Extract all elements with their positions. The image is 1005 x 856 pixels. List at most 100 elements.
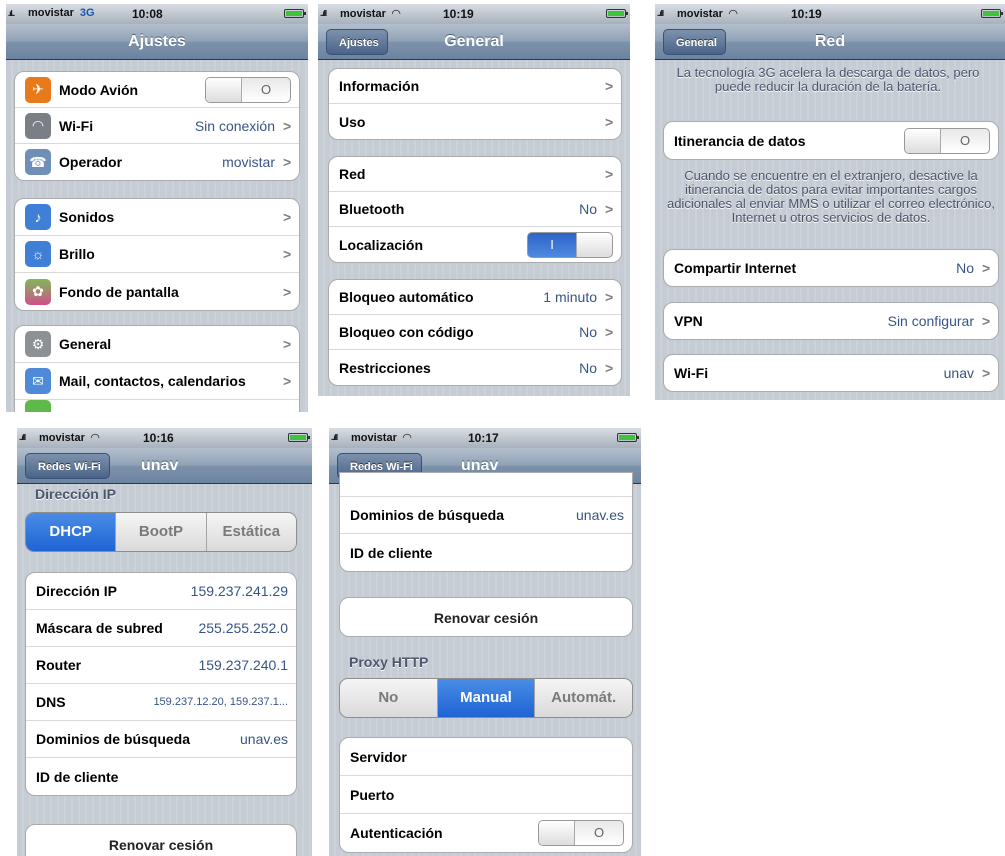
settings-group-media: ♪ Sonidos > ☼ Brillo > ✿ Fondo de pantal… xyxy=(14,198,300,311)
row-value[interactable]: 159.237.12.20, 159.237.1... xyxy=(122,696,296,708)
authentication-toggle[interactable]: O xyxy=(538,820,624,846)
speaker-icon: ♪ xyxy=(25,204,51,230)
segment-static[interactable]: Estática xyxy=(206,513,296,551)
row-wifi[interactable]: ◠ Wi-Fi Sin conexión > xyxy=(15,108,299,144)
row-mail[interactable]: ✉ Mail, contactos, calendarios > xyxy=(15,363,299,400)
row-value: Sin conexión xyxy=(194,117,275,134)
nav-bar: Ajustes General xyxy=(318,24,630,60)
roaming-group: Itinerancia de datos O xyxy=(663,121,999,160)
chevron-right-icon: > xyxy=(283,117,292,134)
general-group-lock: Bloqueo automático 1 minuto > Bloqueo co… xyxy=(328,279,622,386)
status-bar: ..ıll movistar ◠ 10:19 xyxy=(655,4,1005,24)
row-value[interactable]: 159.237.241.29 xyxy=(191,583,296,599)
row-value: 1 minuto xyxy=(543,289,597,305)
settings-group-connectivity: ✈ Modo Avión O ◠ Wi-Fi Sin conexión > ☎ … xyxy=(14,71,300,181)
chevron-right-icon: > xyxy=(283,209,292,225)
vpn-group: VPN Sin configurar > xyxy=(663,302,999,340)
segment-proxy-manual[interactable]: Manual xyxy=(437,679,536,717)
row-bluetooth[interactable]: Bluetooth No > xyxy=(329,192,621,227)
general-group-network: Red > Bluetooth No > Localización I xyxy=(328,156,622,263)
row-label: Modo Avión xyxy=(59,81,139,98)
row-label: ID de cliente xyxy=(350,544,433,561)
proxy-segmented-control: No Manual Automát. xyxy=(339,678,633,718)
row-airplane-mode[interactable]: ✈ Modo Avión O xyxy=(15,72,299,108)
row-auto-lock[interactable]: Bloqueo automático 1 minuto > xyxy=(329,280,621,315)
gear-icon: ⚙ xyxy=(25,331,51,357)
section-header-proxy: Proxy HTTP xyxy=(349,654,429,670)
wifi-group: Wi-Fi unav > xyxy=(663,354,999,392)
row-label: Bloqueo con código xyxy=(339,324,474,340)
page-title: unav xyxy=(141,457,179,474)
row-value[interactable]: 255.255.252.0 xyxy=(198,620,296,636)
row-usage[interactable]: Uso > xyxy=(329,104,621,139)
row-value[interactable]: unav.es xyxy=(240,731,296,747)
row-data-roaming[interactable]: Itinerancia de datos O xyxy=(664,122,998,159)
row-label: Brillo xyxy=(59,246,95,262)
row-value: Sin configurar xyxy=(887,313,974,329)
row-network[interactable]: Red > xyxy=(329,157,621,192)
back-button[interactable]: Ajustes xyxy=(326,29,388,55)
roaming-toggle[interactable]: O xyxy=(904,127,990,154)
signal-icon: .ıl.. xyxy=(8,9,15,18)
status-time: 10:16 xyxy=(143,431,174,445)
row-label: Localización xyxy=(339,236,424,253)
segment-proxy-off[interactable]: No xyxy=(340,679,438,717)
back-button[interactable]: Redes Wi-Fi xyxy=(25,453,110,479)
row-port[interactable]: Puerto xyxy=(340,776,632,814)
row-search-domains: Dominios de búsqueda unav.es xyxy=(340,497,632,534)
chevron-right-icon: > xyxy=(605,324,614,340)
row-vpn[interactable]: VPN Sin configurar > xyxy=(664,303,998,339)
renew-lease-button[interactable]: Renovar cesión xyxy=(339,597,633,637)
carrier-name: movistar xyxy=(340,8,386,20)
chevron-right-icon: > xyxy=(982,365,991,381)
row-wifi[interactable]: Wi-Fi unav > xyxy=(664,355,998,391)
row-operator[interactable]: ☎ Operador movistar > xyxy=(15,144,299,180)
row-label: Fondo de pantalla xyxy=(59,283,179,300)
row-label: General xyxy=(59,336,112,352)
row-info[interactable]: Información > xyxy=(329,69,621,104)
chevron-right-icon: > xyxy=(605,113,614,130)
signal-icon: ..ıll xyxy=(657,9,664,18)
back-button[interactable]: General xyxy=(663,29,726,55)
settings-group-general: ⚙ General > ✉ Mail, contactos, calendari… xyxy=(14,325,300,412)
row-location[interactable]: Localización I xyxy=(329,227,621,262)
row-label: Bloqueo automático xyxy=(339,289,474,305)
row-label: Dominios de búsqueda xyxy=(36,731,191,747)
row-value[interactable]: 159.237.240.1 xyxy=(198,657,296,673)
row-label: Dominios de búsqueda xyxy=(350,507,505,523)
status-bar: ..ıll movistar ◠ 10:17 xyxy=(329,428,641,448)
renew-lease-button[interactable]: Renovar cesión xyxy=(25,824,297,856)
row-label: Router xyxy=(36,657,82,673)
row-wallpaper[interactable]: ✿ Fondo de pantalla > xyxy=(15,273,299,310)
row-client-id[interactable]: ID de cliente xyxy=(26,758,296,795)
segment-dhcp[interactable]: DHCP xyxy=(26,513,117,551)
airplane-toggle[interactable]: O xyxy=(205,76,291,103)
row-dns: DNS 159.237.12.20, 159.237.1... xyxy=(26,684,296,721)
signal-icon: ..ıll xyxy=(331,433,338,442)
tethering-group: Compartir Internet No > xyxy=(663,249,999,287)
row-client-id[interactable]: ID de cliente xyxy=(340,534,632,571)
row-authentication[interactable]: Autenticación O xyxy=(340,814,632,852)
row-brightness[interactable]: ☼ Brillo > xyxy=(15,236,299,273)
row-router: Router 159.237.240.1 xyxy=(26,647,296,684)
row-general[interactable]: ⚙ General > xyxy=(15,326,299,363)
network-type: 3G xyxy=(79,7,95,19)
row-label: Compartir Internet xyxy=(674,260,797,276)
chevron-right-icon: > xyxy=(605,201,614,217)
screen-red: ..ıll movistar ◠ 10:19 General Red La tec… xyxy=(655,4,1005,400)
segment-proxy-auto[interactable]: Automát. xyxy=(535,679,632,717)
row-label: Wi-Fi xyxy=(59,117,94,134)
location-toggle[interactable]: I xyxy=(527,231,613,258)
row-server[interactable]: Servidor xyxy=(340,738,632,776)
row-value[interactable]: unav.es xyxy=(576,507,632,523)
row-passcode-lock[interactable]: Bloqueo con código No > xyxy=(329,315,621,350)
carrier-name: movistar xyxy=(28,7,74,19)
wifi-signal-icon: ◠ xyxy=(728,8,738,20)
row-sounds[interactable]: ♪ Sonidos > xyxy=(15,199,299,236)
phone-icon: ☎ xyxy=(25,149,51,175)
app-icon xyxy=(25,400,51,412)
segment-bootp[interactable]: BootP xyxy=(116,513,207,551)
row-restrictions[interactable]: Restricciones No > xyxy=(329,350,621,385)
row-tethering[interactable]: Compartir Internet No > xyxy=(664,250,998,286)
row-value: No xyxy=(956,260,974,276)
